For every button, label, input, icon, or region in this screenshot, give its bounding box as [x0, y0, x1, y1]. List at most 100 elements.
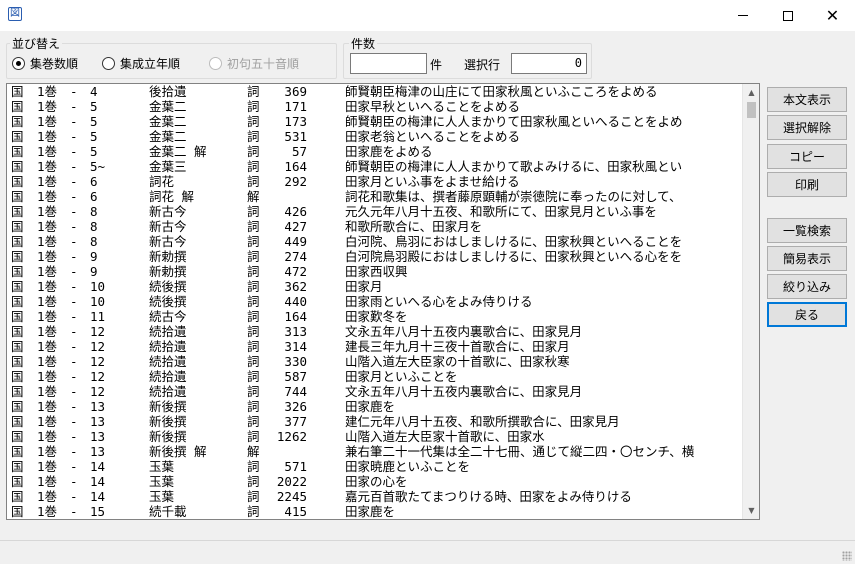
- list-item[interactable]: 国 1巻 -15 続千載 詞 415 田家鹿を: [7, 504, 743, 519]
- scroll-thumb[interactable]: [747, 102, 756, 118]
- row-book-number: 13: [90, 399, 106, 414]
- row-book-number: 14: [90, 459, 106, 474]
- row-collection: 続古今: [149, 309, 187, 324]
- sort-radio-volume[interactable]: 集巻数順: [12, 55, 78, 72]
- row-tag: 詞: [247, 129, 260, 144]
- row-note: 田家早秋といへることをよめる: [345, 99, 521, 114]
- list-item[interactable]: 国 1巻 -9 新勅撰 詞 274 白河院鳥羽殿におはしましけるに、田家秋興といへる心をを: [7, 249, 743, 264]
- copy-button[interactable]: コピー: [767, 144, 847, 169]
- sort-group-title: 並び替え: [10, 35, 63, 52]
- list-item[interactable]: 国 1巻 -6 詞花 詞 292 田家月といふ事をよませ給ける: [7, 174, 743, 189]
- row-book-number: 12: [90, 339, 106, 354]
- list-search-button[interactable]: 一覧検索: [767, 218, 847, 243]
- list-item[interactable]: 国 1巻 -9 新勅撰 詞 472 田家西収興: [7, 264, 743, 279]
- selected-row-field[interactable]: 0: [511, 53, 587, 74]
- vertical-scrollbar[interactable]: ▲ ▼: [742, 84, 759, 519]
- list-item[interactable]: 国 1巻 -13 新後撰 詞 326 田家鹿を: [7, 399, 743, 414]
- minimize-button[interactable]: [720, 0, 765, 31]
- row-kind: 国: [11, 339, 24, 354]
- row-kind: 国: [11, 114, 24, 129]
- list-item[interactable]: 国 1巻 -11 続古今 詞 164 田家歎冬を: [7, 309, 743, 324]
- row-collection: 新古今: [149, 234, 187, 249]
- row-tag: 詞: [247, 339, 260, 354]
- row-poem-number: 472: [284, 264, 307, 279]
- list-item[interactable]: 国 1巻 -14 玉葉 詞 571 田家暁鹿といふことを: [7, 459, 743, 474]
- simple-view-button[interactable]: 簡易表示: [767, 246, 847, 271]
- row-kind: 国: [11, 324, 24, 339]
- row-collection: 新後撰: [149, 399, 187, 414]
- scroll-up-icon[interactable]: ▲: [743, 84, 759, 101]
- row-book-number: 12: [90, 324, 106, 339]
- narrow-down-button[interactable]: 絞り込み: [767, 274, 847, 299]
- show-text-button[interactable]: 本文表示: [767, 87, 847, 112]
- sort-radio-volume-label: 集巻数順: [30, 57, 79, 71]
- row-note: 田家暁鹿といふことを: [345, 459, 471, 474]
- row-book-number: 5: [90, 144, 98, 159]
- list-item[interactable]: 国 1巻 -8 新古今 詞 426 元久元年八月十五夜、和歌所にて、田家見月といふ事を: [7, 204, 743, 219]
- count-unit-label: 件: [430, 58, 443, 72]
- deselect-button[interactable]: 選択解除: [767, 115, 847, 140]
- row-poem-number: 377: [284, 414, 307, 429]
- row-tag: 詞: [247, 159, 260, 174]
- list-item[interactable]: 国 1巻 -14 玉葉 詞 2245 嘉元百首歌たてまつりける時、田家をよみ侍りける: [7, 489, 743, 504]
- row-book-number: 6: [90, 189, 98, 204]
- list-item[interactable]: 国 1巻 -5 金葉二 解 詞 57 田家鹿をよめる: [7, 144, 743, 159]
- radio-dot-icon: [209, 57, 222, 70]
- list-item[interactable]: 国 1巻 -12 続拾遺 詞 330 山階入道左大臣家の十首歌に、田家秋寒: [7, 354, 743, 369]
- row-kind: 国: [11, 174, 24, 189]
- row-volume: 1巻: [37, 189, 58, 204]
- list-item[interactable]: 国 1巻 -13 新後撰 詞 377 建仁元年八月十五夜、和歌所撰歌合に、田家見月: [7, 414, 743, 429]
- row-kind: 国: [11, 159, 24, 174]
- results-list[interactable]: 国 1巻 -4 後拾遺詞 369 師賢朝臣梅津の山庄にて田家秋風といふこころをよめる国 1巻…: [6, 83, 760, 520]
- list-item[interactable]: 国 1巻 -6 詞花 解 解 詞花和歌集は、撰者藤原顕輔が崇徳院に奉ったのに対して、: [7, 189, 743, 204]
- row-kind: 国: [11, 459, 24, 474]
- row-poem-number: 171: [284, 99, 307, 114]
- scroll-down-icon[interactable]: ▼: [743, 502, 759, 519]
- list-item[interactable]: 国 1巻 -13 新後撰 詞 1262 山階入道左大臣家十首歌に、田家水: [7, 429, 743, 444]
- close-button[interactable]: ✕: [810, 0, 855, 31]
- row-note: 田家月: [345, 279, 383, 294]
- back-button[interactable]: 戻る: [767, 302, 847, 327]
- list-item[interactable]: 国 1巻 -12 続拾遺 詞 313 文永五年八月十五夜内裏歌合に、田家見月: [7, 324, 743, 339]
- row-poem-number: 369: [284, 84, 307, 99]
- row-separator: -: [70, 324, 78, 339]
- list-item[interactable]: 国 1巻 -8 新古今 詞 427 和歌所歌合に、田家月を: [7, 219, 743, 234]
- sort-radio-kana[interactable]: 初句五十音順: [209, 55, 299, 72]
- list-item[interactable]: 国 1巻 -5 金葉二 詞 173 師賢朝臣の梅津に人人まかりて田家秋風といへることをよめ: [7, 114, 743, 129]
- list-item[interactable]: 国 1巻 -5~ 金葉三 詞 164 師賢朝臣の梅津に人人まかりて歌よみけるに、田家秋風とい: [7, 159, 743, 174]
- list-item[interactable]: 国 1巻 -12 続拾遺 詞 314 建長三年九月十三夜十首歌合に、田家月: [7, 339, 743, 354]
- list-item[interactable]: 国 1巻 -4 後拾遺 詞 369 師賢朝臣梅津の山庄にて田家秋風といふこころをよめる: [7, 84, 743, 99]
- row-volume: 1巻: [37, 114, 58, 129]
- row-collection: 詞花: [149, 174, 175, 189]
- row-collection: 新後撰: [149, 429, 187, 444]
- print-button[interactable]: 印刷: [767, 172, 847, 197]
- row-tag: 詞: [247, 249, 260, 264]
- list-item[interactable]: 国 1巻 -8 新古今 詞 449 白河院、鳥羽におはしましけるに、田家秋興といへることを: [7, 234, 743, 249]
- list-item[interactable]: 国 1巻 -10 続後撰 詞 362 田家月: [7, 279, 743, 294]
- list-item[interactable]: 国 1巻 -5 金葉二 詞 171 田家早秋といへることをよめる: [7, 99, 743, 114]
- row-poem-number: 2022: [276, 474, 307, 489]
- list-item[interactable]: 国 1巻 -14 玉葉 詞 2022 田家の心を: [7, 474, 743, 489]
- row-note: 文永五年八月十五夜内裏歌合に、田家見月: [345, 384, 583, 399]
- list-item[interactable]: 国 1巻 -10 続後撰 詞 440 田家雨といへる心をよみ侍りける: [7, 294, 743, 309]
- sort-radio-year[interactable]: 集成立年順: [102, 55, 180, 72]
- row-separator: -: [70, 219, 78, 234]
- row-collection: 新古今: [149, 204, 187, 219]
- row-volume: 1巻: [37, 234, 58, 249]
- row-note: 田家鹿を: [345, 399, 396, 414]
- row-separator: -: [70, 504, 78, 519]
- row-collection: 続拾遺: [149, 384, 187, 399]
- resize-grip-icon[interactable]: [842, 551, 852, 561]
- list-item[interactable]: 国 1巻 -5 金葉二 詞 531 田家老翁といへることをよめる: [7, 129, 743, 144]
- row-volume: 1巻: [37, 369, 58, 384]
- row-poem-number: 426: [284, 204, 307, 219]
- maximize-button[interactable]: [765, 0, 810, 31]
- row-separator: -: [70, 129, 78, 144]
- row-separator: -: [70, 444, 78, 459]
- radio-dot-icon: [102, 57, 115, 70]
- list-item[interactable]: 国 1巻 -12 続拾遺 詞 744 文永五年八月十五夜内裏歌合に、田家見月: [7, 384, 743, 399]
- count-field[interactable]: [350, 53, 427, 74]
- list-item[interactable]: 国 1巻 -13 新後撰 解 解 兼右筆二十一代集は全二十七冊、通じて縦二四・〇センチ、横: [7, 444, 743, 459]
- list-item[interactable]: 国 1巻 -12 続拾遺 詞 587 田家月といふことを: [7, 369, 743, 384]
- row-tag: 詞: [247, 414, 260, 429]
